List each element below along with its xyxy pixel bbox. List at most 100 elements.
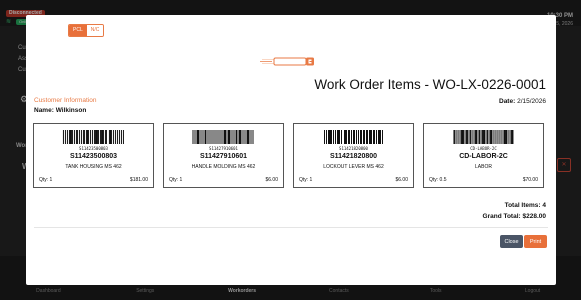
barcode-bar [465,130,466,144]
barcode-bar [77,130,78,144]
barcode-bar [336,130,338,144]
barcode-text: CD-LABOR-2C [470,146,497,151]
barcode-bar [331,130,333,144]
barcode-bar [493,130,495,144]
barcode-image [62,130,125,144]
item-code: S11423500803 [69,153,118,160]
barcode-bar [357,130,359,144]
barcode-bar [368,130,370,144]
barcode-bar [215,130,217,144]
barcode-bar [458,130,460,144]
barcode-bar [453,130,456,144]
barcode-bar [511,130,513,144]
barcode-bar [508,130,509,144]
barcode-bar [228,130,231,144]
barcode-bar [62,130,64,144]
barcode-bar [353,130,356,144]
barcode-bar [247,130,250,144]
item-card: S11423500803 S11423500803 TANK HOUSING M… [33,123,154,188]
barcode-bar [479,130,481,144]
barcode-bar [381,130,383,144]
barcode-bar [323,130,325,144]
barcode-bar [505,130,508,144]
item-description: LOCKOUT LEVER MS 462 [323,164,384,170]
barcode-bar [370,130,372,144]
barcode-bar [244,130,246,144]
barcode-bar [475,130,478,144]
barcode-bar [102,130,104,144]
item-code: S11427910601 [199,153,248,160]
name-label: Name: [34,107,54,114]
barcode-image [452,130,514,144]
item-code: CD-LABOR-2C [459,153,508,160]
barcode-bar [474,130,475,144]
barcode-bar [78,130,81,144]
page-title: Work Order Items - WO-LX-0226-0001 [314,77,546,92]
item-card: S11427910601 S11427910601 HANDLE MOLDING… [163,123,284,188]
barcode-bar [87,130,89,144]
date-label: Date: [499,98,516,105]
barcode-bar [340,130,343,144]
total-items: Total Items: 4 [504,202,546,209]
item-qty: Qty: 1 [39,177,53,183]
grand-total: Grand Total: $228.00 [482,213,546,220]
barcode-bar [242,130,244,144]
barcode-bar [252,130,254,144]
barcode-bar [213,130,215,144]
barcode-bar [366,130,368,144]
item-description: HANDLE MOLDING MS 462 [191,164,256,170]
item-price: $70.00 [522,177,538,183]
barcode-bar [68,130,70,144]
barcode-bar [490,130,493,144]
barcode-bar [192,130,193,144]
barcode-bar [92,130,93,144]
barcode-image [192,130,255,144]
document-date: Date: 2/15/2026 [499,98,546,105]
barcode-bar [227,130,228,144]
name-value: Wilkinson [55,107,87,114]
barcode-image [323,130,384,144]
print-button[interactable]: Print [524,235,547,248]
customer-info-heading: Customer Information [34,97,97,104]
close-button[interactable]: Close [500,235,523,248]
barcode-bar [98,130,99,144]
item-card: S11421820800 S11421820800 LOCKOUT LEVER … [293,123,414,188]
item-qty: Qty: 1 [299,177,313,183]
barcode-bar [499,130,501,144]
item-price: $181.00 [129,177,148,183]
company-logo [260,57,314,66]
barcode-bar [236,130,238,144]
barcode-text: S11421820800 [339,146,368,151]
barcode-text: S11423500803 [79,146,108,151]
barcode-bar [374,130,375,144]
item-description: TANK HOUSING MS 462 [65,164,122,170]
barcode-bar [325,130,327,144]
barcode-bar [209,130,211,144]
item-cards: S11423500803 S11423500803 TANK HOUSING M… [33,123,550,188]
barcode-bar [219,130,221,144]
item-card: CD-LABOR-2C CD-LABOR-2C LABOR Qty: 0.5 $… [423,123,544,188]
nc-toggle-option[interactable]: N/C [86,25,104,36]
barcode-bar [356,130,357,144]
item-price: $6.00 [395,177,408,183]
pcl-toggle-option[interactable]: PCL [69,25,87,36]
item-price: $6.00 [265,177,278,183]
barcode-bar [90,130,91,144]
date-value: 2/15/2026 [517,98,546,105]
barcode-bar [501,130,503,144]
barcode-bar [250,130,252,144]
barcode-text: S11427910601 [209,146,238,151]
item-code: S11421820800 [329,153,378,160]
barcode-bar [486,130,487,144]
item-description: LABOR [475,164,492,170]
barcode-bar [463,130,465,144]
item-qty: Qty: 1 [169,177,183,183]
customer-name: Name: Wilkinson [34,107,86,114]
barcode-bar [122,130,125,144]
barcode-bar [194,130,196,144]
barcode-bar [338,130,340,144]
barcode-bar [105,130,108,144]
barcode-bar [375,130,378,144]
barcode-bar [198,130,200,144]
barcode-bar [496,130,498,144]
